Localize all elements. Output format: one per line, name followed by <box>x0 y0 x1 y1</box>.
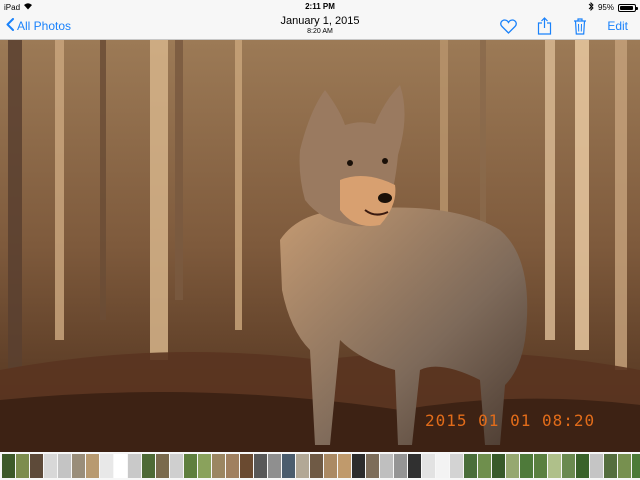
filmstrip-thumbnail[interactable] <box>450 454 463 478</box>
filmstrip-thumbnail[interactable] <box>506 454 519 478</box>
filmstrip-thumbnail[interactable] <box>114 454 127 478</box>
filmstrip-thumbnail[interactable] <box>156 454 169 478</box>
nav-bar: All Photos January 1, 2015 8:20 AM Edit <box>0 13 640 40</box>
filmstrip-thumbnail[interactable] <box>128 454 141 478</box>
filmstrip-thumbnail[interactable] <box>338 454 351 478</box>
filmstrip-thumbnail[interactable] <box>282 454 295 478</box>
filmstrip-thumbnail[interactable] <box>576 454 589 478</box>
filmstrip-thumbnail[interactable] <box>212 454 225 478</box>
filmstrip-thumbnail[interactable] <box>352 454 365 478</box>
filmstrip-thumbnail[interactable] <box>170 454 183 478</box>
filmstrip-thumbnail[interactable] <box>380 454 393 478</box>
battery-percent: 95% <box>597 3 614 12</box>
share-icon[interactable] <box>535 17 553 35</box>
filmstrip-thumbnail[interactable] <box>44 454 57 478</box>
filmstrip-thumbnail[interactable] <box>618 454 631 478</box>
filmstrip-thumbnail[interactable] <box>2 454 15 478</box>
filmstrip-thumbnail[interactable] <box>590 454 603 478</box>
filmstrip-thumbnail[interactable] <box>632 454 640 478</box>
filmstrip-thumbnail[interactable] <box>72 454 85 478</box>
filmstrip-thumbnail[interactable] <box>16 454 29 478</box>
status-bar: iPad 2:11 PM 95% <box>0 0 640 13</box>
filmstrip-thumbnail[interactable] <box>100 454 113 478</box>
filmstrip-thumbnail[interactable] <box>394 454 407 478</box>
filmstrip-thumbnail[interactable] <box>30 454 43 478</box>
filmstrip-thumbnail[interactable] <box>184 454 197 478</box>
filmstrip-thumbnail[interactable] <box>520 454 533 478</box>
filmstrip-thumbnail[interactable] <box>604 454 617 478</box>
filmstrip-thumbnail[interactable] <box>198 454 211 478</box>
filmstrip-thumbnail[interactable] <box>226 454 239 478</box>
filmstrip[interactable] <box>0 452 640 480</box>
heart-icon[interactable] <box>499 17 517 35</box>
bluetooth-icon <box>588 1 594 13</box>
filmstrip-thumbnail[interactable] <box>58 454 71 478</box>
trash-icon[interactable] <box>571 17 589 35</box>
battery-icon <box>618 3 638 12</box>
filmstrip-thumbnail[interactable] <box>324 454 337 478</box>
photo-view[interactable]: 2015 01 01 08:20 <box>0 40 640 452</box>
filmstrip-thumbnail[interactable] <box>268 454 281 478</box>
filmstrip-thumbnail[interactable] <box>310 454 323 478</box>
filmstrip-thumbnail[interactable] <box>548 454 561 478</box>
filmstrip-thumbnail[interactable] <box>240 454 253 478</box>
filmstrip-thumbnail[interactable] <box>562 454 575 478</box>
timestamp-overlay: 2015 01 01 08:20 <box>425 411 596 430</box>
filmstrip-thumbnail[interactable] <box>408 454 421 478</box>
filmstrip-thumbnail[interactable] <box>142 454 155 478</box>
battery-level <box>620 5 634 10</box>
nav-actions: Edit <box>499 17 628 35</box>
filmstrip-thumbnail[interactable] <box>492 454 505 478</box>
filmstrip-thumbnail[interactable] <box>478 454 491 478</box>
coyote-photo <box>0 40 640 452</box>
filmstrip-thumbnail[interactable] <box>436 454 449 478</box>
filmstrip-thumbnail[interactable] <box>86 454 99 478</box>
filmstrip-thumbnail[interactable] <box>534 454 547 478</box>
edit-button[interactable]: Edit <box>607 19 628 33</box>
status-right: 95% <box>588 1 638 13</box>
filmstrip-thumbnail[interactable] <box>296 454 309 478</box>
filmstrip-thumbnail[interactable] <box>464 454 477 478</box>
filmstrip-thumbnail[interactable] <box>422 454 435 478</box>
status-time: 2:11 PM <box>305 2 335 11</box>
filmstrip-thumbnail[interactable] <box>366 454 379 478</box>
filmstrip-thumbnail[interactable] <box>254 454 267 478</box>
